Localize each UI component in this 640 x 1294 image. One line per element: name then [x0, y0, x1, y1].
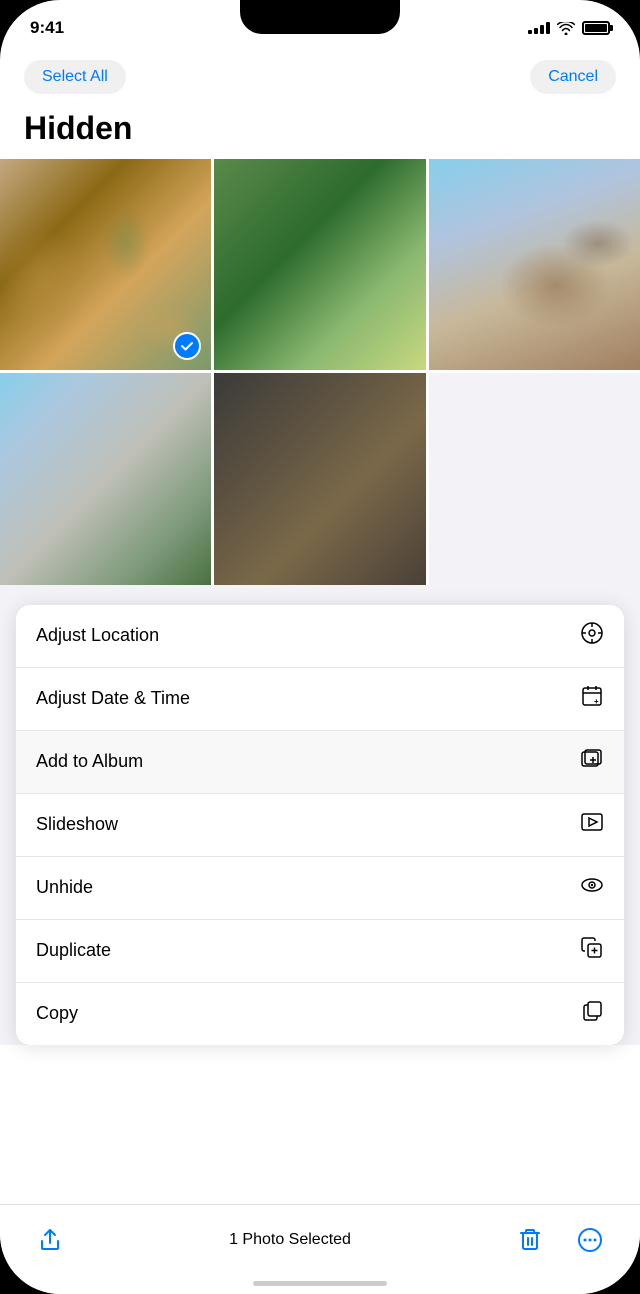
- copy-icon: [580, 999, 604, 1029]
- add-to-album-icon: [580, 747, 604, 777]
- selection-badge-1: [173, 332, 201, 360]
- menu-item-unhide[interactable]: Unhide: [16, 857, 624, 920]
- photo-grid: [0, 159, 640, 585]
- photo-cell-5[interactable]: [214, 373, 425, 584]
- context-area: Adjust Location Adjust Date & Time: [0, 585, 640, 1045]
- status-icons: [528, 21, 610, 35]
- delete-button[interactable]: [508, 1218, 552, 1262]
- share-button[interactable]: [28, 1218, 72, 1262]
- photo-cell-2[interactable]: [214, 159, 425, 370]
- copy-label: Copy: [36, 1003, 78, 1024]
- unhide-icon: [580, 873, 604, 903]
- photo-cell-empty: [429, 373, 640, 584]
- slideshow-label: Slideshow: [36, 814, 118, 835]
- svg-text:+: +: [594, 697, 599, 706]
- photo-cell-3[interactable]: [429, 159, 640, 370]
- select-all-button[interactable]: Select All: [24, 60, 126, 94]
- menu-item-add-to-album[interactable]: Add to Album: [16, 731, 624, 794]
- status-time: 9:41: [30, 18, 64, 38]
- cancel-button[interactable]: Cancel: [530, 60, 616, 94]
- adjust-date-time-icon: +: [580, 684, 604, 714]
- adjust-location-label: Adjust Location: [36, 625, 159, 646]
- unhide-label: Unhide: [36, 877, 93, 898]
- duplicate-icon: [580, 936, 604, 966]
- photo-cell-1[interactable]: [0, 159, 211, 370]
- duplicate-label: Duplicate: [36, 940, 111, 961]
- adjust-date-time-label: Adjust Date & Time: [36, 688, 190, 709]
- context-menu: Adjust Location Adjust Date & Time: [16, 605, 624, 1045]
- top-bar: Select All Cancel: [0, 50, 640, 104]
- menu-item-copy[interactable]: Copy: [16, 983, 624, 1045]
- adjust-location-icon: [580, 621, 604, 651]
- wifi-icon: [557, 22, 575, 35]
- menu-item-duplicate[interactable]: Duplicate: [16, 920, 624, 983]
- battery-icon: [582, 21, 610, 35]
- menu-item-adjust-date-time[interactable]: Adjust Date & Time +: [16, 668, 624, 731]
- more-button[interactable]: [568, 1218, 612, 1262]
- menu-item-adjust-location[interactable]: Adjust Location: [16, 605, 624, 668]
- slideshow-icon: [580, 810, 604, 840]
- add-to-album-label: Add to Album: [36, 751, 143, 772]
- signal-bars-icon: [528, 22, 550, 34]
- page-title: Hidden: [0, 104, 640, 159]
- home-indicator: [253, 1281, 387, 1286]
- menu-item-slideshow[interactable]: Slideshow: [16, 794, 624, 857]
- selection-status: 1 Photo Selected: [229, 1231, 351, 1249]
- photo-cell-4[interactable]: [0, 373, 211, 584]
